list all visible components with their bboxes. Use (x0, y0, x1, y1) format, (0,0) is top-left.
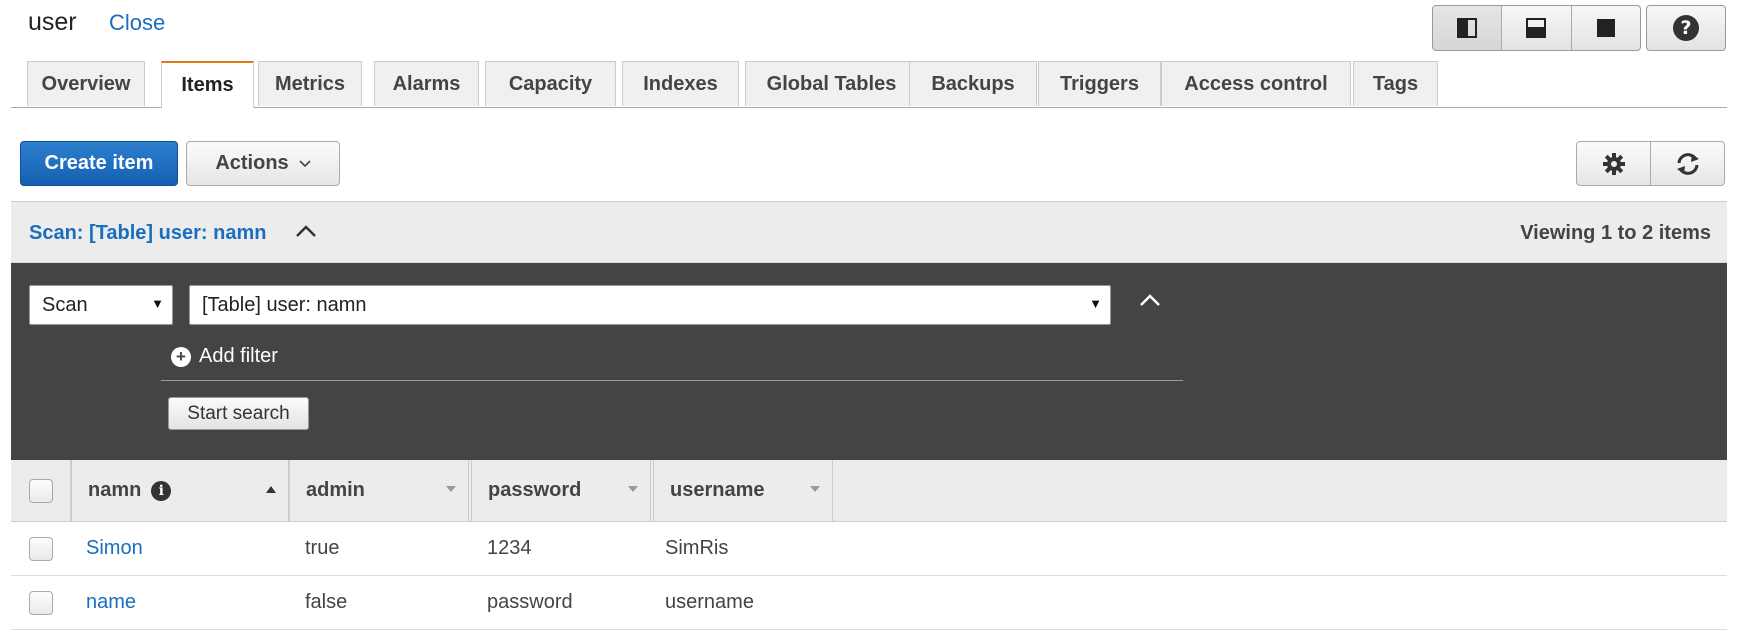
scan-mode-value: Scan (42, 293, 88, 316)
select-all-checkbox[interactable] (28, 478, 53, 503)
tab-alarms[interactable]: Alarms (374, 61, 479, 106)
scan-mode-select[interactable]: Scan ▼ (29, 285, 173, 325)
column-header-username[interactable]: username (653, 460, 833, 521)
gear-icon (1602, 152, 1625, 175)
sort-icon (446, 486, 456, 492)
help-button[interactable]: ? (1646, 5, 1726, 51)
chevron-down-icon (299, 159, 311, 167)
info-icon[interactable]: i (151, 480, 172, 501)
table-row[interactable]: name false password username (11, 576, 1727, 630)
row-checkbox-cell (29, 522, 53, 575)
column-label: namn (88, 479, 142, 501)
cell-admin: true (305, 537, 340, 559)
table-select[interactable]: [Table] user: namn ▼ (189, 285, 1111, 325)
actions-dropdown[interactable]: Actions (186, 141, 340, 186)
view-full-button[interactable] (1572, 6, 1640, 50)
cell-username: username (665, 591, 754, 613)
cell-admin: false (305, 591, 348, 613)
refresh-icon (1676, 152, 1699, 175)
view-mode-group (1432, 5, 1641, 51)
settings-button[interactable] (1577, 142, 1651, 185)
table-select-value: [Table] user: namn (202, 293, 367, 316)
tab-backups[interactable]: Backups (909, 61, 1037, 106)
actions-label: Actions (215, 152, 289, 174)
table-tools-group (1576, 141, 1725, 186)
row-checkbox-cell (29, 576, 53, 629)
tab-overview[interactable]: Overview (27, 61, 145, 106)
header-select-cell (11, 460, 71, 521)
refresh-button[interactable] (1651, 142, 1724, 185)
column-header-namn[interactable]: namn i (71, 460, 289, 521)
view-split-bottom-button[interactable] (1502, 6, 1572, 50)
help-icon: ? (1673, 15, 1699, 41)
add-filter-link[interactable]: + Add filter (171, 345, 278, 368)
chevron-up-icon[interactable] (1139, 293, 1161, 307)
chevron-up-icon[interactable] (295, 224, 317, 238)
plus-circle-icon: + (171, 346, 191, 367)
close-link[interactable]: Close (109, 10, 165, 36)
sort-icon (810, 486, 820, 492)
tab-tags[interactable]: Tags (1353, 61, 1438, 106)
cell-username: SimRis (665, 537, 729, 559)
column-header-admin[interactable]: admin (289, 460, 469, 521)
cell-password: 1234 (487, 537, 532, 559)
column-header-password[interactable]: password (471, 460, 651, 521)
caret-down-icon: ▼ (151, 296, 164, 311)
tab-triggers[interactable]: Triggers (1038, 61, 1161, 106)
sort-icon (628, 486, 638, 492)
tab-capacity[interactable]: Capacity (485, 61, 616, 106)
full-icon (1596, 19, 1615, 37)
column-label: admin (306, 479, 365, 501)
tab-bar: Overview Items Metrics Alarms Capacity I… (11, 61, 1727, 108)
add-filter-label: Add filter (199, 345, 278, 367)
cell-namn-link[interactable]: name (86, 576, 136, 629)
scan-summary-bar: Scan: [Table] user: namn Viewing 1 to 2 … (11, 201, 1727, 263)
cell-password: password (487, 591, 573, 613)
create-item-button[interactable]: Create item (20, 141, 178, 186)
tab-access-control[interactable]: Access control (1161, 61, 1351, 106)
caret-down-icon: ▼ (1089, 296, 1102, 311)
viewing-count: Viewing 1 to 2 items (1520, 222, 1711, 244)
row-checkbox[interactable] (29, 536, 53, 561)
scan-panel: Scan ▼ [Table] user: namn ▼ + Add filter… (11, 263, 1727, 460)
sort-ascending-icon (266, 486, 276, 493)
start-search-button[interactable]: Start search (168, 397, 309, 430)
tab-metrics[interactable]: Metrics (258, 61, 362, 106)
table-header: namn i admin password username (11, 460, 1727, 522)
scan-summary-toggle[interactable]: Scan: [Table] user: namn (29, 222, 266, 245)
page-title: user (28, 8, 77, 36)
cell-namn-link[interactable]: Simon (86, 522, 143, 575)
table-row[interactable]: Simon true 1234 SimRis (11, 522, 1727, 576)
row-checkbox[interactable] (29, 590, 53, 615)
tab-global-tables[interactable]: Global Tables (745, 61, 918, 106)
split-bottom-icon (1526, 18, 1547, 38)
divider (161, 380, 1183, 381)
column-label: username (670, 479, 765, 501)
split-left-icon (1457, 18, 1478, 38)
tab-indexes[interactable]: Indexes (622, 61, 739, 106)
column-label: password (488, 479, 582, 501)
view-split-left-button[interactable] (1433, 6, 1503, 50)
tab-items[interactable]: Items (161, 61, 254, 108)
